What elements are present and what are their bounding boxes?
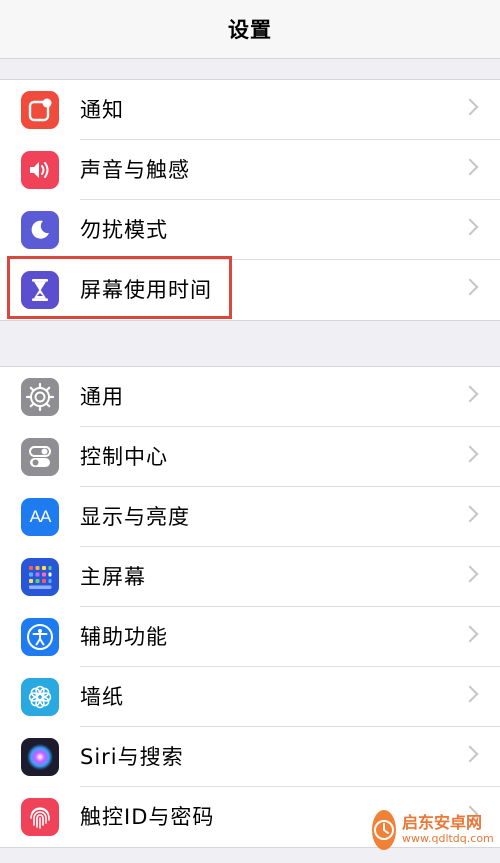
- settings-row-label: 通用: [80, 385, 124, 409]
- settings-row-do-not-disturb[interactable]: 勿扰模式: [0, 200, 500, 260]
- chevron-right-icon: [461, 445, 479, 463]
- settings-row-notifications[interactable]: 通知: [0, 80, 500, 140]
- chevron-right-icon: [461, 385, 479, 403]
- siri-icon: [21, 738, 59, 776]
- chevron-right-icon: [461, 745, 479, 763]
- moon-icon: [21, 211, 59, 249]
- home-grid-icon: [21, 558, 59, 596]
- chevron-right-icon: [461, 685, 479, 703]
- chevron-right-icon: [461, 278, 479, 296]
- settings-row-accessibility[interactable]: 辅助功能: [0, 607, 500, 667]
- text-size-icon: AA: [21, 498, 59, 536]
- chevron-right-icon: [461, 565, 479, 583]
- watermark-url: www.qdltdq.com: [402, 831, 494, 845]
- settings-row-label: 勿扰模式: [80, 218, 168, 242]
- settings-row-label: 触控ID与密码: [80, 805, 215, 829]
- settings-row-label: 墙纸: [80, 685, 124, 709]
- settings-row-wallpaper[interactable]: 墙纸: [0, 667, 500, 727]
- toggles-icon: [21, 438, 59, 476]
- wallpaper-flower-icon: [21, 678, 59, 716]
- settings-row-label: 辅助功能: [80, 625, 168, 649]
- settings-row-screen-time[interactable]: 屏幕使用时间: [0, 260, 500, 320]
- sound-icon: [21, 151, 59, 189]
- site-watermark: 启东安卓网 www.qdltdq.com: [372, 805, 494, 855]
- text-size-glyph: AA: [29, 507, 52, 526]
- gear-icon: [21, 378, 59, 416]
- settings-row-label: 声音与触感: [80, 158, 190, 182]
- watermark-title: 启东安卓网: [402, 813, 483, 833]
- chevron-right-icon: [461, 625, 479, 643]
- watermark-logo-icon: [372, 810, 396, 850]
- settings-row-label: 主屏幕: [80, 565, 146, 589]
- hourglass-icon: [21, 271, 59, 309]
- settings-row-label: 显示与亮度: [80, 505, 190, 529]
- fingerprint-icon: [21, 798, 59, 836]
- chevron-right-icon: [461, 98, 479, 116]
- page-title: 设置: [228, 18, 272, 42]
- settings-row-label: 屏幕使用时间: [80, 278, 212, 302]
- settings-group-notifications: 通知 声音与触感 勿扰模式 屏幕使用时间: [0, 79, 500, 321]
- settings-row-general[interactable]: 通用: [0, 367, 500, 427]
- notification-icon: [21, 91, 59, 129]
- accessibility-icon: [21, 618, 59, 656]
- settings-group-general: 通用 控制中心 AA 显示与亮度 主屏幕 辅助功能 墙纸 Siri与搜索 触控I…: [0, 366, 500, 848]
- settings-row-siri-search[interactable]: Siri与搜索: [0, 727, 500, 787]
- settings-row-sounds-haptics[interactable]: 声音与触感: [0, 140, 500, 200]
- settings-row-label: 通知: [80, 98, 124, 122]
- settings-row-label: 控制中心: [80, 445, 168, 469]
- watermark-text: 启东安卓网 www.qdltdq.com: [402, 814, 494, 845]
- chevron-right-icon: [461, 158, 479, 176]
- settings-row-display-brightness[interactable]: AA 显示与亮度: [0, 487, 500, 547]
- settings-row-home-screen[interactable]: 主屏幕: [0, 547, 500, 607]
- settings-row-control-center[interactable]: 控制中心: [0, 427, 500, 487]
- chevron-right-icon: [461, 218, 479, 236]
- chevron-right-icon: [461, 505, 479, 523]
- settings-row-label: Siri与搜索: [80, 745, 184, 769]
- navigation-bar: 设置: [0, 0, 500, 59]
